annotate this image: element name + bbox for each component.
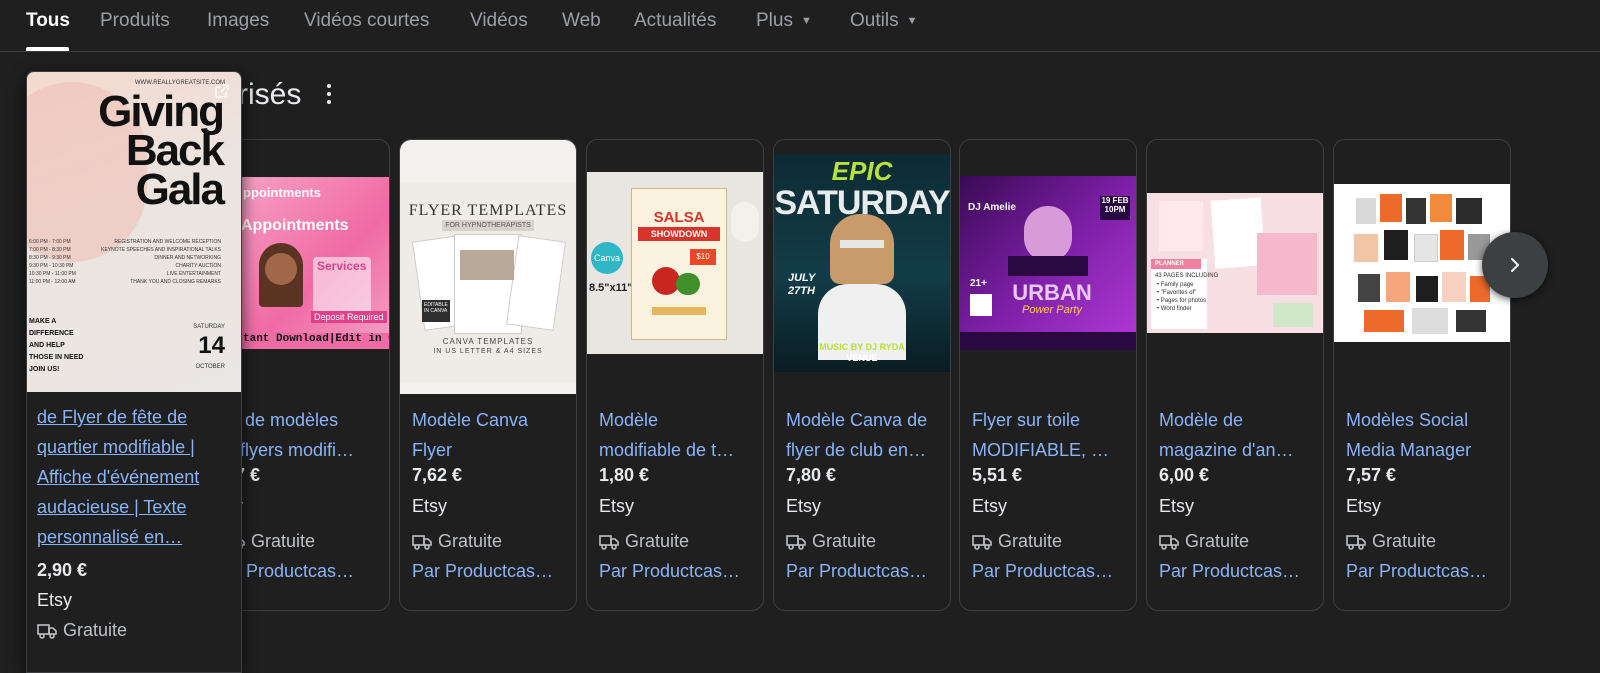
tab-label: Vidéos courtes: [304, 10, 430, 31]
active-tab-indicator: [26, 47, 69, 51]
product-title[interactable]: Modèle Canva de flyer de club en…: [786, 405, 944, 465]
chevron-right-icon: [1510, 257, 1520, 273]
tab-label: Web: [562, 10, 601, 31]
caret-down-icon: ▼: [906, 15, 918, 27]
truck-icon: [1346, 535, 1366, 550]
truck-icon: [37, 624, 57, 639]
product-thumbnail: FLYER TEMPLATES FOR HYPNOTHERAPISTS EDIT…: [400, 140, 576, 394]
tab-videos[interactable]: Vidéos: [470, 10, 528, 32]
product-thumbnail: EPIC SATURDAY JULY 27TH MUSIC BY DJ RYDA…: [774, 140, 950, 394]
product-price: 2,90 €: [37, 560, 88, 580]
tab-tous[interactable]: Tous: [26, 10, 70, 32]
product-thumbnail: Canva 8.5"x11" SALSA SHOWDOWN $10: [587, 140, 763, 394]
product-card[interactable]: DJ Amelie 19 FEB 10PM 21+ URBAN Power Pa…: [959, 139, 1137, 611]
product-thumbnail: PLANNER 43 PAGES INCLUDING • Family page…: [1147, 140, 1323, 394]
caret-down-icon: ▼: [800, 15, 812, 27]
truck-icon: [786, 535, 806, 550]
merchant-link[interactable]: Par Productcas…: [972, 561, 1130, 582]
tab-label: Produits: [100, 10, 170, 31]
product-card[interactable]: Canva 8.5"x11" SALSA SHOWDOWN $10 Modèle…: [586, 139, 764, 611]
merchant-link[interactable]: ar Productcas…: [225, 561, 383, 582]
tab-label: Tous: [26, 10, 70, 31]
product-thumbnail: WWW.REALLYGREATSITE.COM Giving Back Gala…: [27, 72, 241, 392]
tab-web[interactable]: Web: [562, 10, 601, 32]
product-title[interactable]: Modèle de magazine d'an…: [1159, 405, 1317, 465]
external-link-icon: [215, 84, 229, 98]
shipping-info: Gratuite: [786, 531, 876, 552]
product-seller: Etsy: [599, 496, 635, 516]
tab-videos-courtes[interactable]: Vidéos courtes: [304, 10, 429, 32]
more-vert-icon[interactable]: [324, 84, 334, 110]
section-title: risés: [238, 78, 302, 111]
product-seller: Etsy: [37, 590, 73, 610]
search-tab-bar: Tous Produits Images Vidéos courtes Vidé…: [0, 0, 1600, 52]
shipping-info: Gratuite: [37, 620, 127, 641]
tab-label: Outils: [850, 10, 899, 31]
shipping-info: Gratuite: [1346, 531, 1436, 552]
product-title-link[interactable]: de Flyer de fête de quartier modifiable …: [37, 402, 233, 552]
product-card[interactable]: FLYER TEMPLATES FOR HYPNOTHERAPISTS EDIT…: [399, 139, 577, 611]
tab-label: Actualités: [634, 10, 717, 31]
tab-images[interactable]: Images: [207, 10, 269, 32]
tab-label: Vidéos: [470, 10, 528, 31]
product-price: 7,62 €: [412, 465, 463, 485]
product-title[interactable]: ot de modèles e flyers modifi…: [225, 405, 383, 465]
merchant-link[interactable]: Par Productcas…: [412, 561, 570, 582]
product-price: 7,57 €: [1346, 465, 1397, 485]
shipping-info: Gratuite: [1159, 531, 1249, 552]
expanded-product-card[interactable]: WWW.REALLYGREATSITE.COM Giving Back Gala…: [26, 71, 242, 673]
tab-label: Images: [207, 10, 270, 31]
product-thumbnail: DJ Amelie 19 FEB 10PM 21+ URBAN Power Pa…: [960, 140, 1136, 394]
merchant-link[interactable]: Par Productcas…: [1159, 561, 1317, 582]
shipping-info: Gratuite: [599, 531, 689, 552]
truck-icon: [599, 535, 619, 550]
shipping-info: Gratuite: [972, 531, 1062, 552]
truck-icon: [972, 535, 992, 550]
product-seller: Etsy: [1159, 496, 1195, 516]
product-title[interactable]: Modèles Social Media Manager: [1346, 405, 1504, 465]
product-price: 6,00 €: [1159, 465, 1210, 485]
merchant-link[interactable]: Par Productcas…: [599, 561, 757, 582]
tab-label: Plus: [756, 10, 793, 31]
merchant-link[interactable]: Par Productcas…: [1346, 561, 1504, 582]
product-seller: Etsy: [972, 496, 1008, 516]
product-price: 5,51 €: [972, 465, 1023, 485]
tab-outils[interactable]: Outils ▼: [850, 10, 917, 32]
truck-icon: [1159, 535, 1179, 550]
truck-icon: [412, 535, 432, 550]
shipping-info: Gratuite: [412, 531, 502, 552]
product-card[interactable]: EPIC SATURDAY JULY 27TH MUSIC BY DJ RYDA…: [773, 139, 951, 611]
product-price: 1,80 €: [599, 465, 650, 485]
tab-produits[interactable]: Produits: [100, 10, 170, 32]
product-seller: Etsy: [412, 496, 448, 516]
product-title[interactable]: Modèle modifiable de t…: [599, 405, 757, 465]
product-seller: Etsy: [1346, 496, 1382, 516]
product-title[interactable]: Modèle Canva Flyer: [412, 405, 570, 465]
product-card[interactable]: Modèles Social Media Manager 7,57 € Etsy …: [1333, 139, 1511, 611]
merchant-link[interactable]: Par Productcas…: [786, 561, 944, 582]
product-price: 7,80 €: [786, 465, 837, 485]
carousel-next-button[interactable]: [1482, 232, 1548, 298]
product-seller: Etsy: [786, 496, 822, 516]
product-title[interactable]: Flyer sur toile MODIFIABLE, …: [972, 405, 1130, 465]
product-card[interactable]: PLANNER 43 PAGES INCLUDING • Family page…: [1146, 139, 1324, 611]
tab-plus[interactable]: Plus ▼: [756, 10, 812, 32]
tab-actualites[interactable]: Actualités: [634, 10, 716, 32]
